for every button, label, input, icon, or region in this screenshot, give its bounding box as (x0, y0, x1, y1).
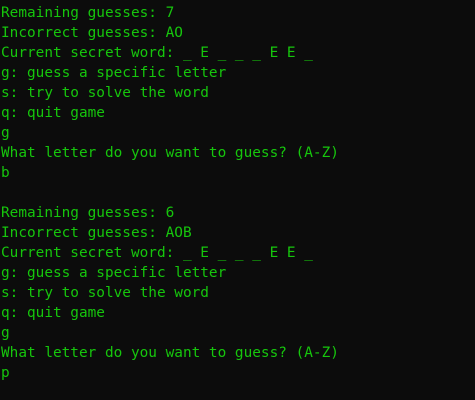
letter-prompt-line: What letter do you want to guess? (A-Z) (1, 345, 339, 361)
user-input-line: g (1, 125, 10, 141)
secret-word-line: Current secret word: _ E _ _ _ E E _ (1, 245, 313, 261)
incorrect-guesses-line: Incorrect guesses: AO (1, 25, 183, 41)
user-input-line: b (1, 165, 10, 181)
remaining-guesses-line: Remaining guesses: 6 (1, 205, 175, 221)
secret-word-line: Current secret word: _ E _ _ _ E E _ (1, 45, 313, 61)
menu-option-solve: s: try to solve the word (1, 285, 209, 301)
menu-option-guess: g: guess a specific letter (1, 65, 227, 81)
terminal-output[interactable]: Remaining guesses: 7 Incorrect guesses: … (0, 0, 475, 400)
letter-prompt-line: What letter do you want to guess? (A-Z) (1, 145, 339, 161)
incorrect-guesses-line: Incorrect guesses: AOB (1, 225, 192, 241)
menu-option-quit: q: quit game (1, 305, 105, 321)
user-input-line[interactable]: p (1, 363, 475, 383)
menu-option-solve: s: try to solve the word (1, 85, 209, 101)
menu-option-guess: g: guess a specific letter (1, 265, 227, 281)
remaining-guesses-line: Remaining guesses: 7 (1, 5, 175, 21)
user-input-line: g (1, 325, 10, 341)
menu-option-quit: q: quit game (1, 105, 105, 121)
